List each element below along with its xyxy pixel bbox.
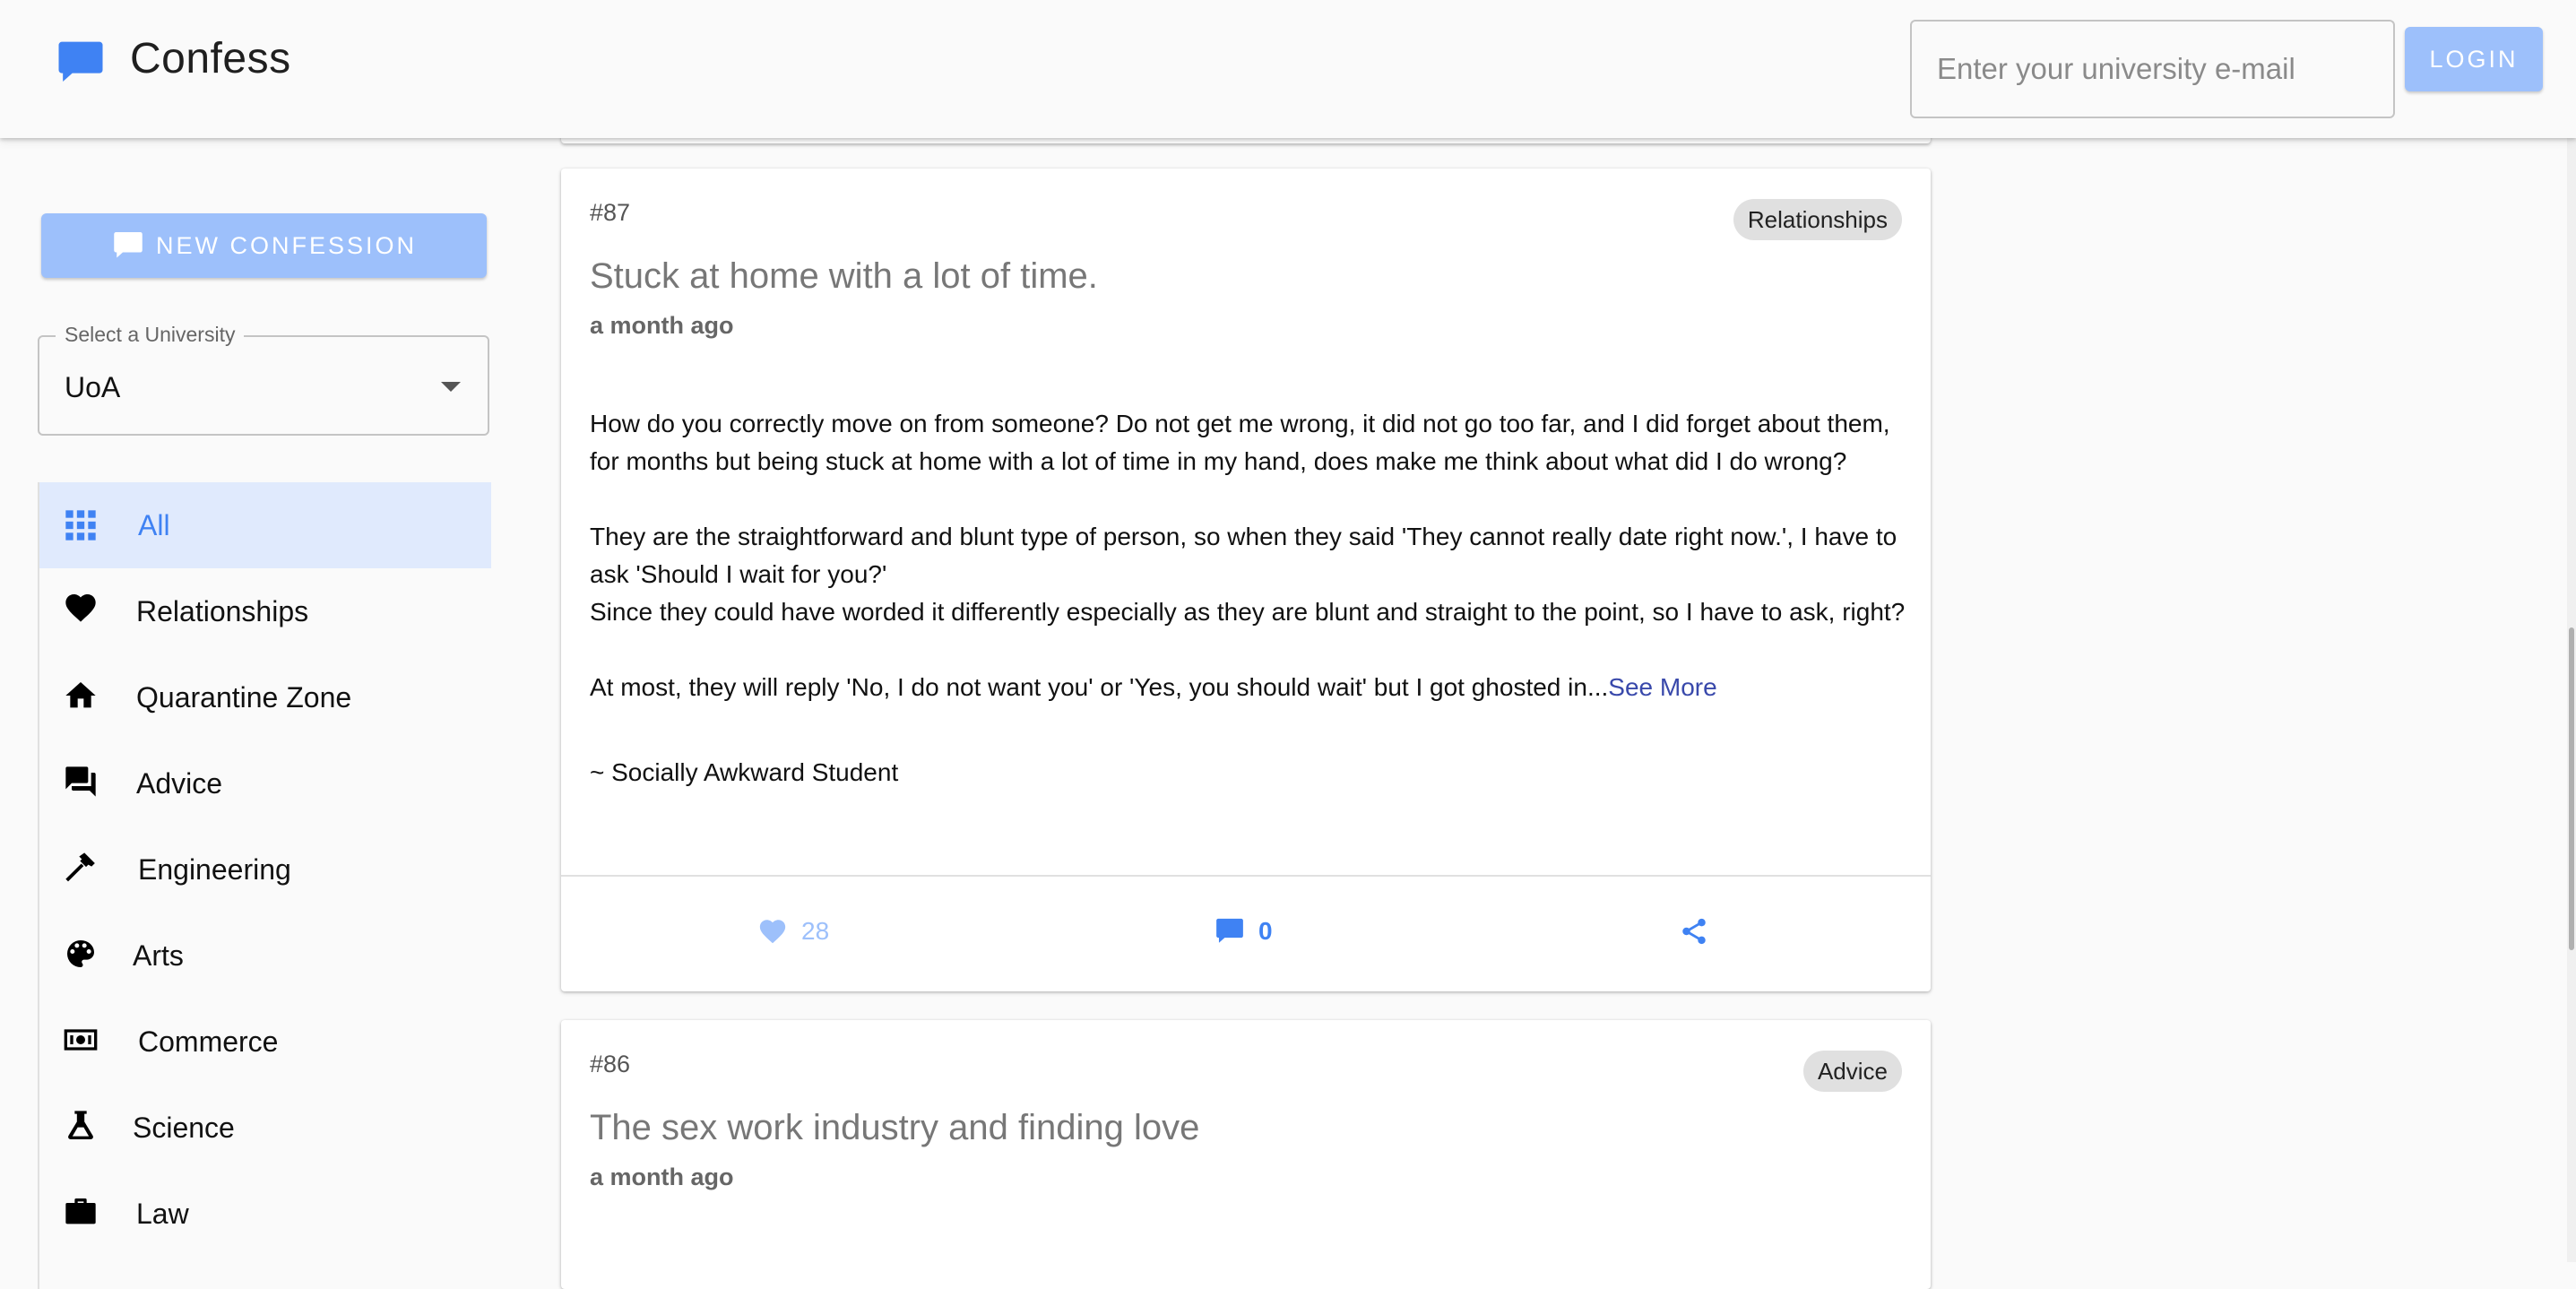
heart-icon [65,594,96,622]
university-select-value: UoA [65,371,121,403]
post-paragraph: At most, they will reply 'No, I do not w… [590,673,1609,701]
like-button[interactable]: 28 [756,916,829,947]
heart-icon [759,920,786,944]
post-number: #87 [590,199,631,226]
category-label: Engineering [138,852,291,886]
flask-icon [68,1111,93,1139]
post-card: #86 Advice The sex work industry and fin… [561,1020,1931,1289]
post-signature: ~ Socially Awkward Student [590,758,899,786]
share-button[interactable] [1678,916,1710,947]
post-paragraph: They are the straightforward and blunt t… [590,523,1906,626]
hammer-icon [65,852,95,882]
new-confession-label: NEW CONFESSION [155,231,417,259]
category-item-quarantine-zone[interactable]: Quarantine Zone [39,654,491,740]
palette-icon [67,940,94,967]
post-paragraph: How do you correctly move on from someon… [590,410,1897,475]
category-label: Relationships [136,594,309,627]
see-more-link[interactable]: See More [1608,673,1716,701]
new-confession-button[interactable]: NEW CONFESSION [41,213,487,278]
post-timestamp: a month ago [590,312,734,339]
money-icon [64,1029,98,1051]
category-label: Science [133,1111,235,1144]
category-chip[interactable]: Relationships [1733,199,1902,240]
comment-count: 0 [1258,917,1273,945]
comment-icon [1216,918,1243,943]
forum-icon [65,766,96,797]
grid-icon [65,510,96,541]
home-icon [65,682,96,708]
university-select-label: Select a University [56,323,245,347]
scrollbar-thumb[interactable] [2569,627,2574,950]
post-timestamp: a month ago [590,1164,734,1190]
post-number: #86 [590,1051,631,1077]
post-card: #87 Relationships Stuck at home with a l… [561,169,1931,991]
briefcase-icon [65,1198,96,1224]
like-count: 28 [801,917,830,945]
post-title[interactable]: Stuck at home with a lot of time. [590,256,1098,297]
login-button[interactable]: LOGIN [2405,27,2543,91]
comment-button[interactable]: 0 [1214,916,1273,947]
category-item-relationships[interactable]: Relationships [39,568,491,654]
category-item-law[interactable]: Law [39,1171,491,1257]
category-label: Arts [133,939,184,972]
category-item-all[interactable]: All [39,482,491,568]
category-list: All Relationships Quarantine Zone Advice… [38,482,491,1289]
post-body: How do you correctly move on from someon… [590,405,1907,706]
card-divider [561,875,1931,877]
dropdown-arrow-icon [441,382,461,392]
category-label: All [138,508,170,541]
category-item-advice[interactable]: Advice [39,740,491,826]
category-chip[interactable]: Advice [1802,1051,1902,1092]
category-item-science[interactable]: Science [39,1085,491,1171]
app-title[interactable]: Confess [130,34,291,83]
chat-bubble-icon [114,232,143,258]
post-title[interactable]: The sex work industry and finding love [590,1108,1199,1148]
app-header: Confess LOGIN [0,0,2576,138]
category-label: Law [136,1197,189,1230]
category-item-commerce[interactable]: Commerce [39,999,491,1085]
category-label: Advice [136,766,223,800]
category-label: Commerce [138,1025,279,1058]
university-email-input[interactable] [1910,20,2395,118]
chat-bubble-icon [58,41,103,82]
category-item-arts[interactable]: Arts [39,913,491,999]
post-paragraph-truncated: At most, they will reply 'No, I do not w… [590,669,1907,706]
category-item-engineering[interactable]: Engineering [39,826,491,913]
university-select[interactable]: Select a University UoA [38,323,489,436]
category-label: Quarantine Zone [136,680,352,714]
share-icon [1682,918,1706,945]
